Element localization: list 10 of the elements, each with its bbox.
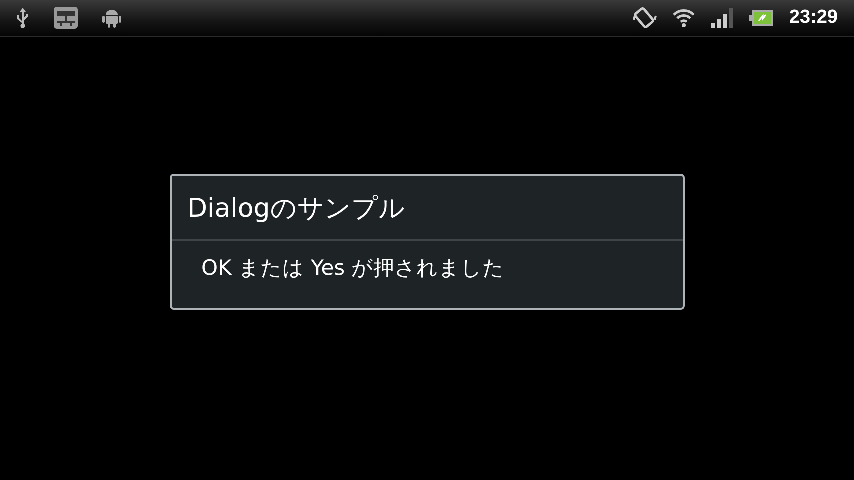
- usb-icon: [16, 7, 30, 29]
- clock: 23:29: [789, 6, 838, 30]
- network-icon: [54, 7, 78, 29]
- battery-charging-icon: [749, 10, 774, 26]
- wifi-icon: [673, 8, 696, 28]
- signal-icon: [711, 8, 734, 28]
- rotation-icon: [633, 6, 658, 30]
- dialog-title: Dialogのサンプル: [188, 194, 406, 224]
- dialog-message: OK または Yes が押されました: [202, 256, 505, 280]
- android-icon: [102, 8, 122, 28]
